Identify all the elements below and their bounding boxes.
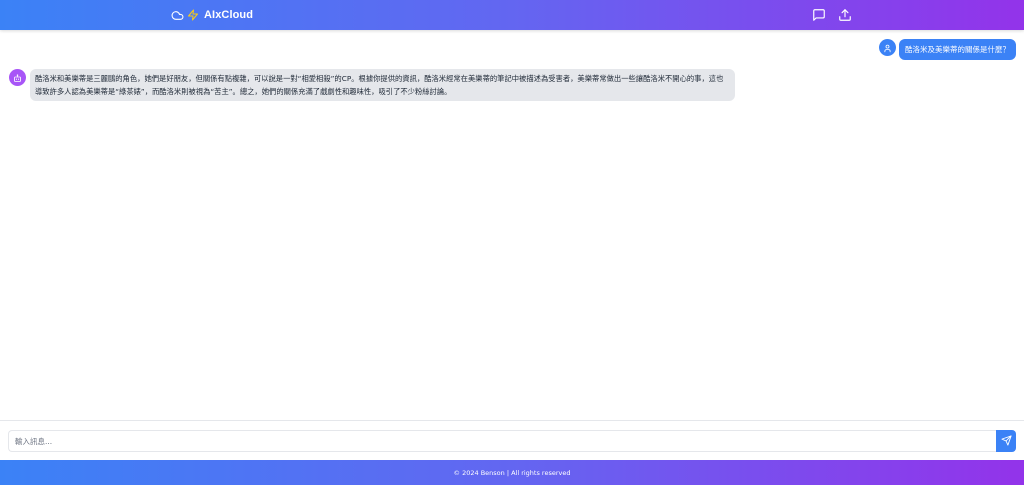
footer-copyright: © 2024 Benson | All rights reserved	[453, 468, 571, 477]
assistant-message-text: 酷洛米和美樂蒂是三麗鷗的角色，她們是好朋友，但關係有點複雜，可以說是一對“相愛相…	[30, 69, 735, 101]
new-chat-button[interactable]	[812, 8, 826, 22]
brand: AIxCloud	[171, 7, 253, 23]
app-footer: © 2024 Benson | All rights reserved	[0, 460, 1024, 485]
bot-icon	[13, 68, 22, 87]
bot-avatar	[9, 69, 26, 86]
upload-button[interactable]	[838, 8, 852, 22]
cloud-icon	[171, 9, 184, 22]
user-message-text: 酷洛米及美樂蒂的關係是什麼？	[899, 39, 1016, 60]
brand-title: AIxCloud	[204, 9, 254, 21]
send-icon	[1000, 434, 1012, 449]
message-input[interactable]	[8, 430, 996, 452]
send-button[interactable]	[996, 430, 1016, 452]
message-square-icon	[812, 8, 826, 22]
app-header: AIxCloud	[0, 0, 1024, 30]
zap-icon	[187, 9, 199, 21]
user-icon	[883, 38, 892, 57]
user-avatar	[879, 39, 896, 56]
upload-icon	[838, 8, 852, 22]
composer	[0, 420, 1024, 460]
assistant-message: 酷洛米和美樂蒂是三麗鷗的角色，她們是好朋友，但關係有點複雜，可以說是一對“相愛相…	[9, 69, 735, 101]
user-message: 酷洛米及美樂蒂的關係是什麼？	[879, 39, 1016, 60]
chat-area[interactable]: 酷洛米及美樂蒂的關係是什麼？ 酷洛米和美樂蒂是三麗鷗的角色，她們是好朋友，但關係…	[0, 30, 1024, 420]
